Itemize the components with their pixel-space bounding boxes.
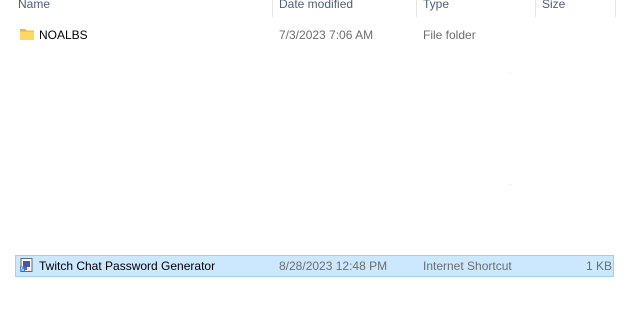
column-header-row: Name Date modified Type Size: [0, 0, 628, 17]
file-type: Internet Shortcut: [423, 259, 512, 273]
file-type: File folder: [423, 28, 476, 42]
column-divider[interactable]: [416, 0, 417, 17]
file-row-twitch-chat-password-generator[interactable]: Twitch Chat Password Generator 8/28/2023…: [0, 255, 628, 277]
column-divider[interactable]: [535, 0, 536, 17]
column-header-size[interactable]: Size: [542, 0, 565, 15]
column-divider[interactable]: [272, 0, 273, 17]
file-date-modified: 7/3/2023 7:06 AM: [279, 28, 374, 42]
file-date-modified: 8/28/2023 12:48 PM: [279, 259, 388, 273]
column-header-type[interactable]: Type: [423, 0, 449, 15]
column-header-date-modified[interactable]: Date modified: [279, 0, 353, 15]
file-size: 1 KB: [586, 259, 613, 273]
internet-shortcut-icon: [20, 258, 34, 275]
column-divider[interactable]: [615, 0, 616, 17]
file-name: Twitch Chat Password Generator: [39, 259, 216, 273]
render-artifact: [510, 73, 511, 74]
column-header-name[interactable]: Name: [18, 0, 50, 15]
file-row-noalbs[interactable]: NOALBS 7/3/2023 7:06 AM File folder: [0, 24, 628, 46]
render-artifact: [510, 184, 511, 185]
file-name: NOALBS: [39, 28, 88, 42]
folder-icon: [19, 27, 35, 44]
